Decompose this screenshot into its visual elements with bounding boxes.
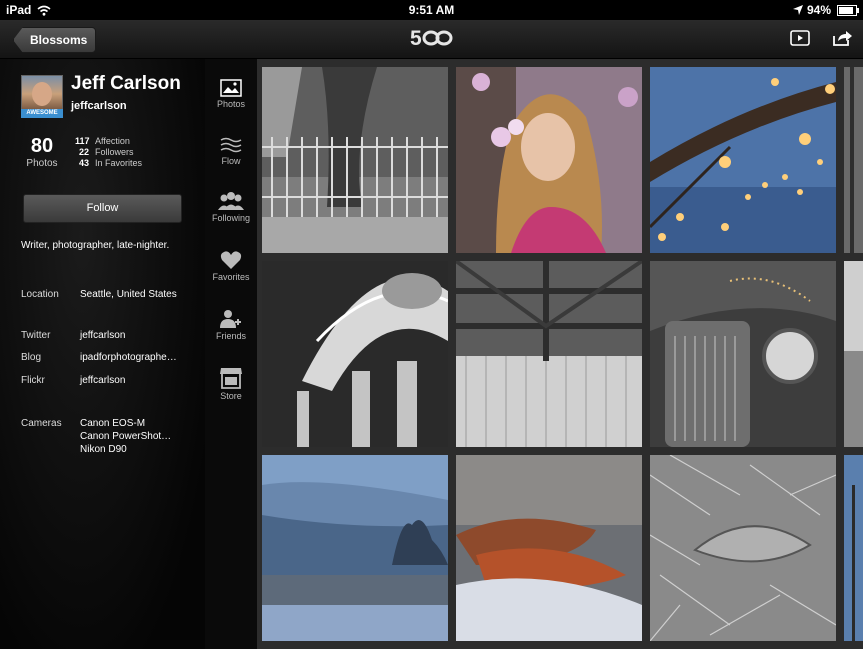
section-label: Friends <box>215 331 246 341</box>
stat-label: Followers <box>95 147 134 157</box>
photo-rotunda <box>262 261 448 447</box>
share-icon[interactable] <box>831 28 853 48</box>
photo-tile-rotunda[interactable] <box>262 261 448 447</box>
store-icon <box>220 368 242 389</box>
photo-girl-blossoms <box>456 67 642 253</box>
photo-tile-string-lights[interactable] <box>650 67 836 253</box>
flickr-label: Flickr <box>21 375 45 386</box>
flickr-link[interactable]: jeffcarlson <box>80 375 125 386</box>
camera-item: Nikon D90 <box>80 444 127 455</box>
photo-tile-fence[interactable] <box>262 67 448 253</box>
slideshow-play-icon[interactable] <box>789 28 811 48</box>
photo-fence <box>262 67 448 253</box>
profile-panel: AWESOME Jeff Carlson jeffcarlson 80 Phot… <box>0 59 205 649</box>
camera-item: Canon EOS-M <box>80 418 146 429</box>
stat-affection: 117 Affection <box>75 136 142 147</box>
photo-leaf-snow <box>456 455 642 641</box>
stat-label: Affection <box>95 136 130 146</box>
photo-count-value: 80 <box>30 135 54 157</box>
photo-grid <box>257 59 863 649</box>
nav-bar: Blossoms 5 <box>0 20 863 59</box>
logo: 5 <box>0 26 863 57</box>
svg-text:5: 5 <box>410 27 422 50</box>
location-value: Seattle, United States <box>80 289 177 300</box>
section-label: Store <box>220 391 242 401</box>
photo-tile-leaf-snow[interactable] <box>456 455 642 641</box>
photo-string-lights <box>650 67 836 253</box>
profile-stats: 117 Affection 22 Followers 43 In Favorit… <box>75 136 142 169</box>
awesome-badge: AWESOME <box>21 109 63 118</box>
status-time: 9:51 AM <box>408 3 455 17</box>
stat-value: 117 <box>75 136 90 146</box>
photo-tile-partial-1[interactable] <box>844 67 863 253</box>
photo-count: 80 Photos <box>22 135 62 169</box>
photo-tile-ceiling[interactable] <box>456 261 642 447</box>
photo-partial-3 <box>844 455 863 641</box>
cameras-label: Cameras <box>21 418 62 429</box>
section-store[interactable]: Store <box>205 367 257 401</box>
photo-misty-lake <box>262 455 448 641</box>
photo-leaf-grass <box>650 455 836 641</box>
photo-tile-partial-3[interactable] <box>844 455 863 641</box>
section-following[interactable]: Following <box>205 191 257 223</box>
photo-ceiling <box>456 261 642 447</box>
photo-tile-misty-lake[interactable] <box>262 455 448 641</box>
photo-partial-1 <box>844 67 863 253</box>
twitter-label: Twitter <box>21 330 51 341</box>
blog-link[interactable]: ipadforphotographe… <box>80 352 177 363</box>
location-arrow-icon <box>792 5 803 15</box>
photo-partial-2 <box>844 261 863 447</box>
profile-bio: Writer, photographer, late-nighter. <box>21 240 170 251</box>
section-label: Favorites <box>212 272 250 282</box>
following-icon <box>218 192 244 210</box>
photo-tile-partial-2[interactable] <box>844 261 863 447</box>
friends-icon <box>220 310 241 328</box>
twitter-link[interactable]: jeffcarlson <box>80 330 125 341</box>
section-favorites[interactable]: Favorites <box>205 250 257 282</box>
photos-icon <box>220 79 242 97</box>
stat-label: In Favorites <box>95 158 143 168</box>
avatar-face <box>32 82 52 106</box>
battery-icon <box>837 4 859 16</box>
stat-followers: 22 Followers <box>75 147 142 158</box>
flow-icon <box>220 137 242 153</box>
photo-count-label: Photos <box>26 158 58 169</box>
camera-item: Canon PowerShot… <box>80 431 172 442</box>
status-bar: iPad 9:51 AM 94% <box>0 0 863 20</box>
battery-percent: 94% <box>806 3 831 17</box>
profile-name: Jeff Carlson <box>71 73 181 94</box>
photo-tile-vintage-car[interactable] <box>650 261 836 447</box>
section-label: Flow <box>221 156 241 166</box>
blog-label: Blog <box>21 352 42 363</box>
500px-logo-icon: 5 <box>410 27 452 50</box>
section-label: Following <box>211 213 251 223</box>
photo-tile-leaf-grass[interactable] <box>650 455 836 641</box>
stat-value: 22 <box>78 147 89 157</box>
profile-username: jeffcarlson <box>71 100 127 112</box>
section-flow[interactable]: Flow <box>205 136 257 166</box>
favorites-icon <box>220 251 242 269</box>
section-friends[interactable]: Friends <box>205 309 257 341</box>
stat-value: 43 <box>78 158 89 168</box>
section-photos[interactable]: Photos <box>205 79 257 109</box>
follow-button[interactable]: Follow <box>23 194 182 223</box>
section-nav: Photos Flow Following Favorites Friends … <box>205 59 257 649</box>
section-label: Photos <box>216 99 246 109</box>
location-label: Location <box>21 289 59 300</box>
stat-favorites: 43 In Favorites <box>75 158 142 169</box>
photo-vintage-car <box>650 261 836 447</box>
photo-tile-girl-blossoms[interactable] <box>456 67 642 253</box>
